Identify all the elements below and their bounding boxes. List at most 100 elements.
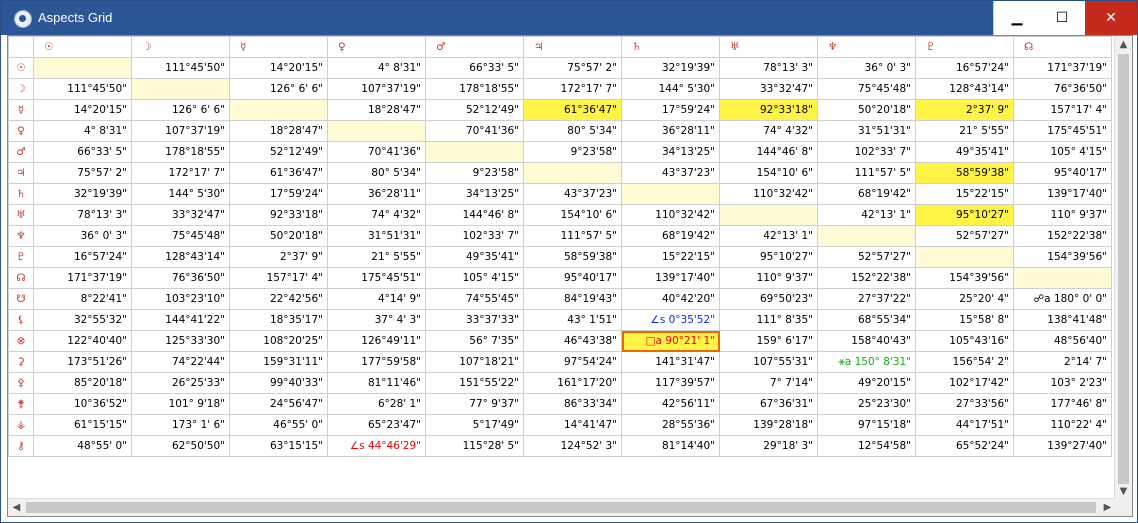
horizontal-scroll-thumb[interactable] xyxy=(26,502,1096,513)
aspect-cell[interactable]: 92°33'18" xyxy=(229,204,328,226)
column-header[interactable]: ☽ xyxy=(131,36,230,58)
aspect-cell[interactable]: 70°41'36" xyxy=(327,141,426,163)
aspect-cell[interactable]: 141°31'47" xyxy=(621,351,720,373)
aspect-cell[interactable]: 48°55' 0" xyxy=(33,435,132,457)
aspect-cell[interactable]: 107°55'31" xyxy=(719,351,818,373)
column-header[interactable]: ♃ xyxy=(523,36,622,58)
row-header[interactable]: ⚸ xyxy=(8,309,34,331)
column-header[interactable]: ☿ xyxy=(229,36,328,58)
column-header[interactable]: ♂ xyxy=(425,36,524,58)
aspect-cell[interactable]: 80° 5'34" xyxy=(327,162,426,184)
aspect-cell[interactable]: 178°18'55" xyxy=(425,78,524,100)
aspect-cell[interactable]: 21° 5'55" xyxy=(915,120,1014,142)
aspect-cell[interactable]: 97°54'24" xyxy=(523,351,622,373)
aspect-cell[interactable]: 75°45'48" xyxy=(817,78,916,100)
aspect-cell[interactable]: 4° 8'31" xyxy=(327,57,426,79)
aspect-cell[interactable] xyxy=(229,99,328,121)
aspect-cell[interactable]: 42°13' 1" xyxy=(817,204,916,226)
aspect-cell[interactable]: 86°33'34" xyxy=(523,393,622,415)
aspect-cell[interactable]: 27°33'56" xyxy=(915,393,1014,415)
aspect-cell[interactable] xyxy=(33,57,132,79)
aspect-cell[interactable]: 74° 4'32" xyxy=(327,204,426,226)
row-header[interactable]: ☊ xyxy=(8,267,34,289)
aspect-cell[interactable]: 16°57'24" xyxy=(33,246,132,268)
aspect-cell[interactable]: 81°14'40" xyxy=(621,435,720,457)
row-header[interactable]: ♇ xyxy=(8,246,34,268)
aspect-cell[interactable]: 14°41'47" xyxy=(523,414,622,436)
aspect-cell[interactable]: 74°22'44" xyxy=(131,351,230,373)
aspect-cell[interactable]: 68°19'42" xyxy=(621,225,720,247)
aspect-cell[interactable]: 70°41'36" xyxy=(425,120,524,142)
aspect-cell[interactable] xyxy=(1013,267,1112,289)
aspect-cell[interactable]: 101° 9'18" xyxy=(131,393,230,415)
aspect-cell[interactable]: 105° 4'15" xyxy=(425,267,524,289)
aspect-cell[interactable]: 17°59'24" xyxy=(621,99,720,121)
aspect-cell[interactable]: ⚹a 150° 8'31" xyxy=(817,351,916,373)
aspect-cell[interactable]: 171°37'19" xyxy=(33,267,132,289)
aspect-cell[interactable]: 31°51'31" xyxy=(327,225,426,247)
aspect-cell[interactable]: 107°37'19" xyxy=(131,120,230,142)
aspect-cell[interactable]: 110°32'42" xyxy=(719,183,818,205)
aspect-cell[interactable]: 173°51'26" xyxy=(33,351,132,373)
aspect-cell[interactable]: 125°33'30" xyxy=(131,330,230,352)
aspect-cell[interactable]: 111°57' 5" xyxy=(523,225,622,247)
aspect-cell[interactable]: 31°51'31" xyxy=(817,120,916,142)
scroll-left-icon[interactable]: ◀ xyxy=(8,499,25,516)
aspect-cell[interactable]: 61°15'15" xyxy=(33,414,132,436)
row-header[interactable]: ⚳ xyxy=(8,351,34,373)
title-bar[interactable]: Aspects Grid ▁ ☐ ✕ xyxy=(1,1,1137,35)
aspect-cell[interactable]: 15°22'15" xyxy=(915,183,1014,205)
aspect-cell[interactable]: 49°20'15" xyxy=(817,372,916,394)
row-header[interactable]: ⊗ xyxy=(8,330,34,352)
aspect-cell[interactable]: 9°23'58" xyxy=(523,141,622,163)
aspect-cell[interactable]: 17°59'24" xyxy=(229,183,328,205)
aspect-cell[interactable]: 58°59'38" xyxy=(523,246,622,268)
aspect-cell[interactable]: 171°37'19" xyxy=(1013,57,1112,79)
aspect-cell[interactable]: 46°43'38" xyxy=(523,330,622,352)
aspect-cell[interactable] xyxy=(719,204,818,226)
aspect-cell[interactable]: 111° 8'35" xyxy=(719,309,818,331)
aspect-cell[interactable]: 25°20' 4" xyxy=(915,288,1014,310)
aspect-cell[interactable]: 4° 8'31" xyxy=(33,120,132,142)
vertical-scroll-thumb[interactable] xyxy=(1118,54,1129,484)
aspect-cell[interactable]: 36° 0' 3" xyxy=(817,57,916,79)
aspect-cell[interactable] xyxy=(621,183,720,205)
row-header[interactable]: ☿ xyxy=(8,99,34,121)
aspect-cell[interactable]: 144° 5'30" xyxy=(131,183,230,205)
aspect-cell[interactable]: 32°55'32" xyxy=(33,309,132,331)
row-header[interactable]: ♃ xyxy=(8,162,34,184)
scroll-right-icon[interactable]: ▶ xyxy=(1099,499,1116,516)
aspect-cell[interactable]: 158°40'43" xyxy=(817,330,916,352)
aspect-cell[interactable]: 172°17' 7" xyxy=(523,78,622,100)
aspect-cell[interactable]: 139°17'40" xyxy=(1013,183,1112,205)
row-header[interactable]: ♂ xyxy=(8,141,34,163)
aspect-cell[interactable]: 154°39'56" xyxy=(1013,246,1112,268)
aspect-cell[interactable]: 138°41'48" xyxy=(1013,309,1112,331)
aspect-cell[interactable]: 152°22'38" xyxy=(1013,225,1112,247)
aspect-cell[interactable]: 103°23'10" xyxy=(131,288,230,310)
aspect-cell[interactable]: 144°41'22" xyxy=(131,309,230,331)
aspect-cell[interactable]: 12°54'58" xyxy=(817,435,916,457)
aspect-cell[interactable]: 152°22'38" xyxy=(817,267,916,289)
aspect-cell[interactable]: 110° 9'37" xyxy=(719,267,818,289)
aspect-cell[interactable]: 65°52'24" xyxy=(915,435,1014,457)
row-header[interactable]: ♄ xyxy=(8,183,34,205)
vertical-scrollbar[interactable]: ▲ ▼ xyxy=(1114,36,1132,500)
aspect-cell[interactable]: 111°45'50" xyxy=(131,57,230,79)
aspect-cell[interactable]: 36°28'11" xyxy=(621,120,720,142)
aspect-cell[interactable]: 18°28'47" xyxy=(229,120,328,142)
aspect-cell[interactable]: 144°46' 8" xyxy=(425,204,524,226)
row-header[interactable]: ♀ xyxy=(8,120,34,142)
aspect-cell[interactable]: 178°18'55" xyxy=(131,141,230,163)
aspect-cell[interactable]: 154°10' 6" xyxy=(719,162,818,184)
aspect-cell[interactable]: 33°37'33" xyxy=(425,309,524,331)
aspect-cell[interactable]: 63°15'15" xyxy=(229,435,328,457)
aspect-cell[interactable]: 58°59'38" xyxy=(915,162,1014,184)
aspect-cell[interactable]: 157°17' 4" xyxy=(229,267,328,289)
aspect-cell[interactable]: 122°40'40" xyxy=(33,330,132,352)
aspect-cell[interactable]: 42°13' 1" xyxy=(719,225,818,247)
row-header[interactable]: ♆ xyxy=(8,225,34,247)
aspect-cell[interactable] xyxy=(915,246,1014,268)
aspect-cell[interactable]: 2°37' 9" xyxy=(229,246,328,268)
aspect-cell[interactable]: 172°17' 7" xyxy=(131,162,230,184)
